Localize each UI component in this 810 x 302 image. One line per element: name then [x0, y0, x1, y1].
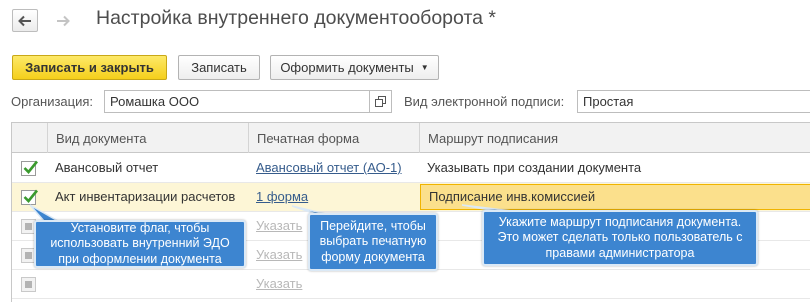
callout-flag-text: Установите флаг, чтобы использовать внут… — [50, 220, 230, 266]
callout-route-hint: Укажите маршрут подписания документа. Эт… — [482, 210, 758, 266]
callout-form-text: Перейдите, чтобы выбрать печатную форму … — [319, 218, 427, 264]
callout-route-text: Укажите маршрут подписания документа. Эт… — [497, 214, 743, 260]
callout-flag-hint: Установите флаг, чтобы использовать внут… — [34, 220, 246, 268]
callout-flag-pointer — [29, 204, 61, 222]
callout-form-hint: Перейдите, чтобы выбрать печатную форму … — [308, 213, 438, 271]
